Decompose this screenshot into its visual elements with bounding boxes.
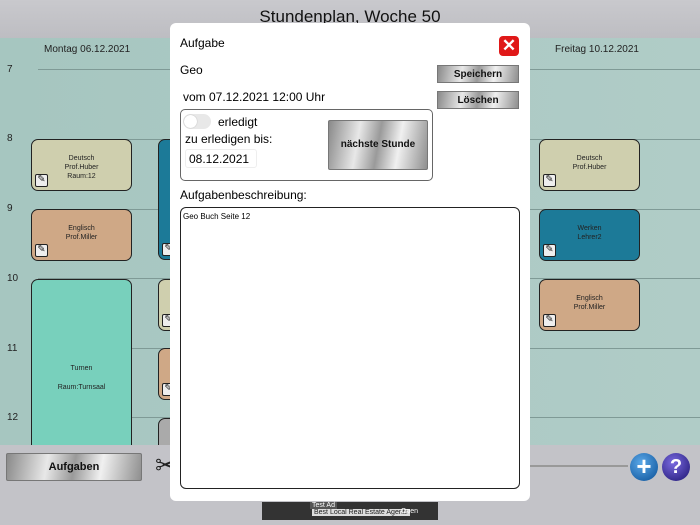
subject-label: Geo [180, 63, 203, 77]
card-subject: Englisch [576, 295, 603, 302]
ad-badge: Test Ad [310, 502, 337, 509]
help-icon[interactable]: ? [662, 453, 690, 481]
day-header-friday: Freitag 10.12.2021 [555, 44, 639, 55]
hour-label: 7 [7, 64, 13, 75]
save-button[interactable]: Speichern [437, 65, 519, 83]
day-header-monday: Montag 06.12.2021 [44, 44, 131, 55]
card-teacher: Prof.Miller [65, 234, 98, 241]
ad-open-button[interactable]: Open [401, 508, 418, 515]
card-subject: Deutsch [68, 155, 95, 162]
hour-label: 8 [7, 133, 13, 144]
dialog-title: Aufgabe [180, 36, 225, 50]
done-label: erledigt [218, 115, 258, 129]
card-subject: Werken [577, 225, 602, 232]
card-teacher: Prof.Miller [573, 304, 606, 311]
edit-icon[interactable]: ✎ [35, 174, 48, 187]
next-lesson-button[interactable]: nächste Stunde [328, 120, 428, 170]
slider-track[interactable] [530, 465, 628, 467]
hour-label: 10 [7, 273, 19, 284]
lesson-card[interactable]: Englisch Prof.Miller ✎ [539, 279, 640, 331]
card-subject: Deutsch [576, 155, 603, 162]
hour-label: 12 [7, 412, 19, 423]
card-teacher: Prof.Huber [64, 164, 99, 171]
description-textarea[interactable]: Geo Buch Seite 12 [180, 207, 520, 489]
due-date-field[interactable]: 08.12.2021 [185, 149, 257, 168]
delete-button[interactable]: Löschen [437, 91, 519, 109]
hour-label: 9 [7, 203, 13, 214]
edit-icon[interactable]: ✎ [543, 244, 556, 257]
edit-icon[interactable]: ✎ [35, 244, 48, 257]
due-box: erledigt zu erledigen bis: 08.12.2021 nä… [180, 109, 433, 181]
lesson-card[interactable]: Englisch Prof.Miller ✎ [31, 209, 132, 261]
aufgaben-button[interactable]: Aufgaben [6, 453, 142, 481]
card-teacher: Prof.Huber [572, 164, 607, 171]
card-room: Raum:Turnsaal [57, 384, 106, 391]
lesson-card[interactable]: Werken Lehrer2 ✎ [539, 209, 640, 261]
edit-icon[interactable]: ✎ [543, 174, 556, 187]
card-teacher: Lehrer2 [577, 234, 602, 241]
from-date: vom 07.12.2021 12:00 Uhr [183, 90, 326, 104]
close-icon[interactable]: ✕ [499, 36, 519, 56]
lesson-card[interactable]: Deutsch Prof.Huber Raum:12 ✎ [31, 139, 132, 191]
card-subject: Turnen [70, 365, 93, 372]
done-toggle[interactable] [183, 114, 211, 129]
task-dialog: Aufgabe ✕ Geo vom 07.12.2021 12:00 Uhr S… [170, 23, 530, 501]
due-label: zu erledigen bis: [185, 132, 273, 146]
lesson-card[interactable]: Turnen Raum:Turnsaal [31, 279, 132, 459]
hour-label: 11 [7, 343, 18, 354]
card-subject: Englisch [68, 225, 95, 232]
lesson-card[interactable]: Deutsch Prof.Huber ✎ [539, 139, 640, 191]
ad-text: Best Local Real Estate Agents [312, 509, 411, 516]
add-icon[interactable]: + [630, 453, 658, 481]
ad-banner[interactable]: Test Ad Best Local Real Estate Agents Op… [262, 502, 438, 520]
description-label: Aufgabenbeschreibung: [180, 188, 307, 202]
edit-icon[interactable]: ✎ [543, 314, 556, 327]
